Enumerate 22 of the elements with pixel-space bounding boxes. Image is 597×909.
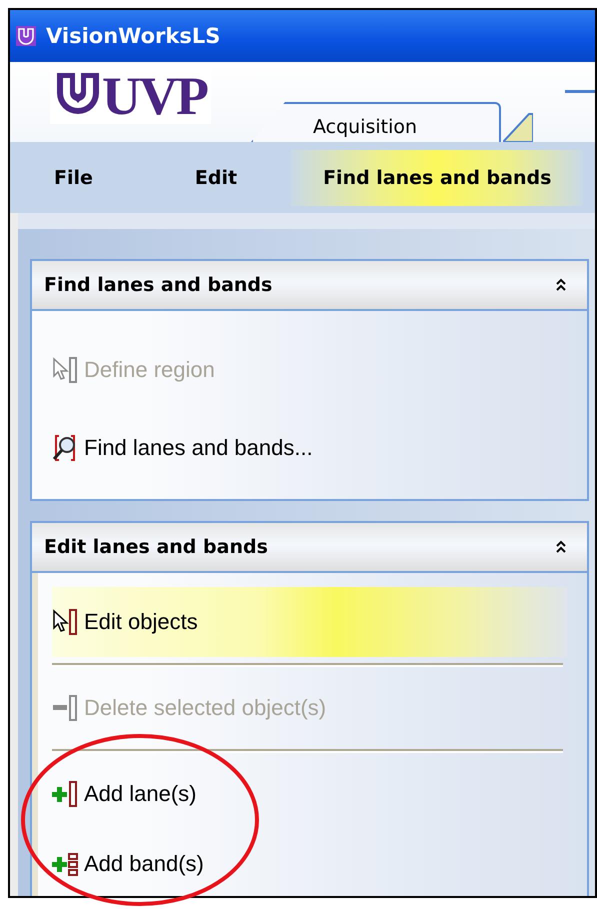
panel-header[interactable]: Edit lanes and bands xyxy=(30,521,589,573)
logo-text: UVP xyxy=(102,68,207,124)
menu-item[interactable]: Find lanes and bands xyxy=(291,150,584,206)
task-item[interactable]: Find lanes and bands... xyxy=(52,409,567,487)
minus-box-icon xyxy=(52,694,78,722)
magnifier-icon xyxy=(52,434,78,462)
plus-box-icon xyxy=(52,780,78,808)
window-title: VisionWorksLS xyxy=(46,24,220,48)
pointer-box-icon xyxy=(52,356,78,384)
task-item[interactable]: Add band(s) xyxy=(52,829,567,896)
menu-item[interactable]: Edit xyxy=(180,150,252,206)
task-item[interactable]: Add lane(s) xyxy=(52,759,567,829)
collapse-icon[interactable] xyxy=(555,540,567,554)
collapse-icon[interactable] xyxy=(555,278,567,292)
tab[interactable]: Acquisition xyxy=(250,102,501,142)
shield-logo-icon xyxy=(54,70,102,116)
panel-header[interactable]: Find lanes and bands xyxy=(30,259,589,311)
pointer-box-icon xyxy=(52,608,78,636)
menu-item[interactable]: File xyxy=(40,150,107,206)
task-item[interactable]: Edit objects xyxy=(52,587,567,657)
app-icon xyxy=(16,26,36,46)
plus-bands-icon xyxy=(52,850,78,878)
